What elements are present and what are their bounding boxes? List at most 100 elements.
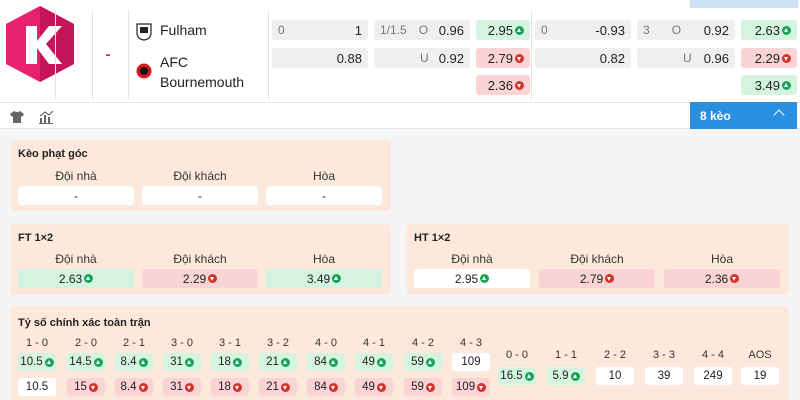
score-home-odds[interactable]: 21 bbox=[259, 353, 297, 371]
top-tab-strip bbox=[690, 0, 798, 8]
score-away-odds[interactable]: 31 bbox=[163, 378, 201, 396]
ht-over[interactable]: 3 O 0.92 bbox=[637, 20, 735, 40]
arrow-up-icon bbox=[782, 25, 791, 35]
arrow-down-icon bbox=[730, 274, 740, 283]
score-draw-odds[interactable]: 10 bbox=[596, 367, 634, 385]
corner-draw-odds[interactable]: - bbox=[266, 186, 382, 205]
arrow-up-icon bbox=[280, 357, 290, 367]
arrow-up-icon bbox=[138, 357, 148, 367]
arrow-up-icon bbox=[376, 357, 386, 367]
ft-home-odds[interactable]: 2.63 bbox=[18, 269, 134, 288]
arrow-up-icon bbox=[425, 357, 435, 367]
score-draw-odds[interactable]: 19 bbox=[741, 367, 779, 385]
corner-home-odds[interactable]: - bbox=[18, 186, 134, 205]
score-draw-odds[interactable]: 39 bbox=[645, 367, 683, 385]
divider bbox=[531, 10, 532, 100]
score-away-odds[interactable]: 10.5 bbox=[18, 378, 56, 396]
ht-1x2-home[interactable]: 2.63 bbox=[741, 20, 797, 40]
ht-1x2-away[interactable]: 2.29 bbox=[741, 48, 797, 68]
match-row: - Fulham AFC Bournemouth 0 1 0.88 1/1.5 bbox=[0, 0, 800, 103]
ft-over[interactable]: 1/1.5 O 0.96 bbox=[374, 20, 470, 40]
ft-draw-odds[interactable]: 3.49 bbox=[266, 269, 382, 288]
arrow-down-icon bbox=[184, 382, 194, 392]
arrow-down-icon bbox=[280, 382, 290, 392]
ft-1x2-away[interactable]: 2.79 bbox=[476, 48, 530, 68]
away-team-name: AFC Bournemouth bbox=[160, 54, 245, 90]
corner-away-odds[interactable]: - bbox=[142, 186, 258, 205]
score-away-odds[interactable]: 15 bbox=[67, 378, 105, 396]
arrow-up-icon bbox=[570, 371, 580, 381]
ft-handicap-home[interactable]: 0 1 bbox=[272, 20, 368, 40]
arrow-down-icon bbox=[376, 382, 386, 392]
arrow-up-icon bbox=[232, 357, 242, 367]
chevron-up-icon bbox=[773, 109, 785, 121]
score-draw-odds[interactable]: 5.9 bbox=[547, 367, 585, 385]
score-home-odds[interactable]: 14.5 bbox=[67, 353, 105, 371]
arrow-up-icon bbox=[332, 274, 342, 283]
score-draw-odds[interactable]: 249 bbox=[694, 367, 732, 385]
correct-score-panel: Tỷ số chính xác toàn trận 1 - 0 2 - 0 2 … bbox=[10, 306, 789, 400]
score-home-odds[interactable]: 8.4 bbox=[115, 353, 153, 371]
arrow-up-icon bbox=[782, 80, 791, 90]
divider bbox=[268, 10, 269, 100]
ft-away-odds[interactable]: 2.29 bbox=[142, 269, 258, 288]
fulham-crest-icon bbox=[136, 23, 152, 41]
panel-title: Kèo phạt góc bbox=[18, 148, 88, 160]
ft-handicap-away[interactable]: 0.88 bbox=[272, 48, 368, 68]
score-draw-odds[interactable]: 16.5 bbox=[498, 367, 536, 385]
score-home-odds[interactable]: 49 bbox=[355, 353, 393, 371]
away-team[interactable]: AFC Bournemouth bbox=[136, 52, 256, 92]
divider bbox=[55, 10, 56, 100]
markets-toggle-button[interactable]: 8 kèo bbox=[690, 102, 797, 129]
score-home-odds[interactable]: 109 bbox=[452, 353, 490, 371]
ft-1x2-home[interactable]: 2.95 bbox=[476, 20, 530, 40]
score-home-odds[interactable]: 31 bbox=[163, 353, 201, 371]
ft-under[interactable]: U 0.92 bbox=[374, 48, 470, 68]
ht-1x2-panel: HT 1×2 Đội nhà Đội khách Hòa 2.95 2.79 2… bbox=[406, 224, 789, 295]
arrow-down-icon bbox=[515, 53, 524, 63]
divider bbox=[128, 10, 129, 100]
ht-home-odds[interactable]: 2.95 bbox=[414, 269, 530, 288]
ft-1x2-draw[interactable]: 2.36 bbox=[476, 75, 530, 95]
score-home-odds[interactable]: 84 bbox=[307, 353, 345, 371]
divider bbox=[92, 10, 93, 100]
panel-title: Tỷ số chính xác toàn trận bbox=[18, 317, 151, 329]
arrow-down-icon bbox=[425, 382, 435, 392]
score-home-odds[interactable]: 10.5 bbox=[18, 353, 56, 371]
score-away-odds[interactable]: 49 bbox=[355, 378, 393, 396]
arrow-down-icon bbox=[515, 80, 524, 90]
score-dash: - bbox=[105, 46, 111, 63]
score-away-odds[interactable]: 109 bbox=[452, 378, 490, 396]
panel-title: HT 1×2 bbox=[414, 232, 451, 244]
score-away-odds[interactable]: 84 bbox=[307, 378, 345, 396]
arrow-down-icon bbox=[605, 274, 615, 283]
arrow-down-icon bbox=[782, 53, 791, 63]
ht-draw-odds[interactable]: 2.36 bbox=[664, 269, 780, 288]
ft-1x2-panel: FT 1×2 Đội nhà Đội khách Hòa 2.63 2.29 3… bbox=[10, 224, 391, 295]
score-away-odds[interactable]: 21 bbox=[259, 378, 297, 396]
arrow-down-icon bbox=[208, 274, 218, 283]
arrow-up-icon bbox=[480, 274, 490, 283]
ht-handicap-away[interactable]: 0.82 bbox=[535, 48, 631, 68]
panel-title: FT 1×2 bbox=[18, 232, 54, 244]
stats-chart-icon[interactable] bbox=[38, 110, 54, 124]
match-toolbar bbox=[0, 103, 800, 129]
arrow-up-icon bbox=[328, 357, 338, 367]
ht-away-odds[interactable]: 2.79 bbox=[539, 269, 655, 288]
arrow-up-icon bbox=[524, 371, 534, 381]
ht-handicap-home[interactable]: 0 -0.93 bbox=[535, 20, 631, 40]
arrow-down-icon bbox=[138, 382, 148, 392]
shirt-icon[interactable] bbox=[9, 110, 25, 124]
score-away-odds[interactable]: 8.4 bbox=[115, 378, 153, 396]
arrow-down-icon bbox=[328, 382, 338, 392]
arrow-up-icon bbox=[44, 357, 54, 367]
score-away-odds[interactable]: 18 bbox=[211, 378, 249, 396]
bournemouth-crest-icon bbox=[136, 63, 152, 79]
ht-1x2-draw[interactable]: 3.49 bbox=[741, 75, 797, 95]
score-home-odds[interactable]: 59 bbox=[404, 353, 442, 371]
home-team[interactable]: Fulham bbox=[136, 22, 207, 41]
ht-under[interactable]: U 0.96 bbox=[637, 48, 735, 68]
arrow-up-icon bbox=[184, 357, 194, 367]
score-away-odds[interactable]: 59 bbox=[404, 378, 442, 396]
score-home-odds[interactable]: 18 bbox=[211, 353, 249, 371]
